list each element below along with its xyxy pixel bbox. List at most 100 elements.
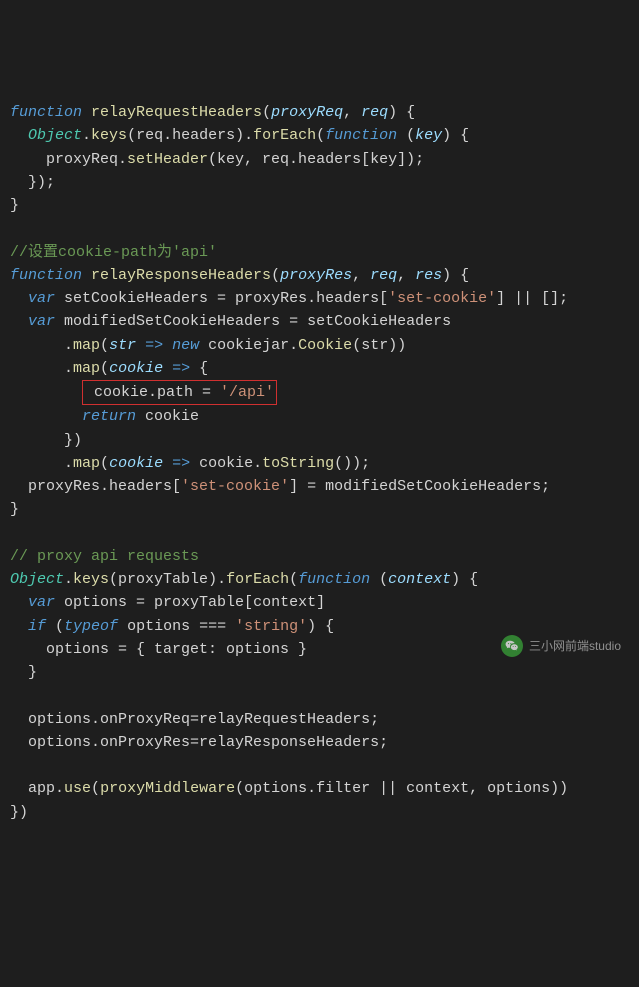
code-token: Cookie: [298, 337, 352, 354]
code-token: map: [73, 337, 100, 354]
code-token: (options.filter || context, options)): [235, 780, 568, 797]
code-token: req: [370, 267, 397, 284]
code-line[interactable]: cookie.path = '/api': [10, 380, 629, 405]
highlight-box: cookie.path = '/api': [82, 380, 277, 405]
code-line[interactable]: app.use(proxyMiddleware(options.filter |…: [10, 777, 629, 800]
code-token: }): [10, 804, 28, 821]
code-line[interactable]: }): [10, 429, 629, 452]
code-line[interactable]: });: [10, 171, 629, 194]
code-token: (: [100, 337, 109, 354]
code-token: (: [271, 267, 280, 284]
code-token: modifiedSetCookieHeaders = setCookieHead…: [55, 313, 451, 330]
code-line[interactable]: Object.keys(proxyTable).forEach(function…: [10, 568, 629, 591]
code-line[interactable]: options.onProxyReq=relayRequestHeaders;: [10, 708, 629, 731]
code-line[interactable]: Object.keys(req.headers).forEach(functio…: [10, 124, 629, 147]
code-token: function: [325, 127, 397, 144]
code-token: =>: [145, 337, 163, 354]
code-token: new: [172, 337, 199, 354]
code-token: var: [28, 290, 55, 307]
code-token: =>: [172, 360, 190, 377]
code-token: ,: [352, 267, 370, 284]
code-token: keys: [91, 127, 127, 144]
code-token: ) {: [442, 267, 469, 284]
wechat-icon: [501, 635, 523, 657]
code-token: ] = modifiedSetCookieHeaders;: [289, 478, 550, 495]
code-token: Object: [28, 127, 82, 144]
code-token: keys: [73, 571, 109, 588]
code-line[interactable]: proxyRes.headers['set-cookie'] = modifie…: [10, 475, 629, 498]
code-token: res: [415, 267, 442, 284]
code-line[interactable]: // proxy api requests: [10, 545, 629, 568]
code-token: (: [100, 360, 109, 377]
code-token: [82, 104, 91, 121]
code-token: proxyRes.headers[: [28, 478, 181, 495]
code-line[interactable]: [10, 217, 629, 240]
code-token: (: [100, 455, 109, 472]
code-token: proxyMiddleware: [100, 780, 235, 797]
code-token: proxyReq: [271, 104, 343, 121]
code-token: {: [190, 360, 208, 377]
code-token: }: [10, 197, 19, 214]
code-token: if: [28, 618, 46, 635]
code-token: .: [64, 337, 73, 354]
watermark-text: 三小网前端studio: [529, 637, 621, 656]
code-line[interactable]: proxyReq.setHeader(key, req.headers[key]…: [10, 148, 629, 171]
code-line[interactable]: }: [10, 498, 629, 521]
code-line[interactable]: var modifiedSetCookieHeaders = setCookie…: [10, 310, 629, 333]
code-token: (: [91, 780, 100, 797]
code-token: setCookieHeaders = proxyRes.headers[: [55, 290, 388, 307]
code-token: options.onProxyReq=relayRequestHeaders;: [28, 711, 379, 728]
code-token: .: [64, 360, 73, 377]
code-token: options ===: [118, 618, 235, 635]
code-token: [163, 360, 172, 377]
code-token: options.onProxyRes=relayResponseHeaders;: [28, 734, 388, 751]
code-token: cookie.path =: [85, 384, 220, 401]
code-token: });: [28, 174, 55, 191]
code-token: ());: [334, 455, 370, 472]
code-token: app.: [28, 780, 64, 797]
code-line[interactable]: .map(str => new cookiejar.Cookie(str)): [10, 334, 629, 357]
code-line[interactable]: var setCookieHeaders = proxyRes.headers[…: [10, 287, 629, 310]
code-line[interactable]: //设置cookie-path为'api': [10, 241, 629, 264]
code-token: relayRequestHeaders: [91, 104, 262, 121]
code-token: '/api': [220, 384, 274, 401]
code-token: (: [397, 127, 415, 144]
code-token: (: [262, 104, 271, 121]
code-line[interactable]: [10, 754, 629, 777]
code-token: [163, 455, 172, 472]
code-token: Object: [10, 571, 64, 588]
code-line[interactable]: var options = proxyTable[context]: [10, 591, 629, 614]
code-token: cookie: [109, 455, 163, 472]
code-token: 'set-cookie': [181, 478, 289, 495]
code-token: .: [64, 571, 73, 588]
code-line[interactable]: }: [10, 194, 629, 217]
code-line[interactable]: .map(cookie => cookie.toString());: [10, 452, 629, 475]
code-token: ) {: [442, 127, 469, 144]
code-line[interactable]: [10, 522, 629, 545]
code-line[interactable]: [10, 684, 629, 707]
code-token: (: [289, 571, 298, 588]
code-token: forEach: [253, 127, 316, 144]
code-token: typeof: [64, 618, 118, 635]
code-token: cookie: [109, 360, 163, 377]
code-line[interactable]: .map(cookie => {: [10, 357, 629, 380]
code-token: context: [388, 571, 451, 588]
code-line[interactable]: function relayResponseHeaders(proxyRes, …: [10, 264, 629, 287]
code-token: str: [109, 337, 136, 354]
code-token: cookiejar.: [199, 337, 298, 354]
code-token: //设置cookie-path为'api': [10, 244, 217, 261]
code-line[interactable]: }): [10, 801, 629, 824]
code-token: (: [370, 571, 388, 588]
code-token: [163, 337, 172, 354]
code-line[interactable]: function relayRequestHeaders(proxyReq, r…: [10, 101, 629, 124]
code-line[interactable]: }: [10, 661, 629, 684]
code-editor-viewport[interactable]: function relayRequestHeaders(proxyReq, r…: [10, 101, 629, 824]
code-token: }: [10, 501, 19, 518]
code-line[interactable]: return cookie: [10, 405, 629, 428]
code-token: [82, 267, 91, 284]
code-token: ,: [397, 267, 415, 284]
code-line[interactable]: options.onProxyRes=relayResponseHeaders;: [10, 731, 629, 754]
code-token: // proxy api requests: [10, 548, 199, 565]
code-token: options = { target: options }: [46, 641, 307, 658]
code-token: (: [316, 127, 325, 144]
